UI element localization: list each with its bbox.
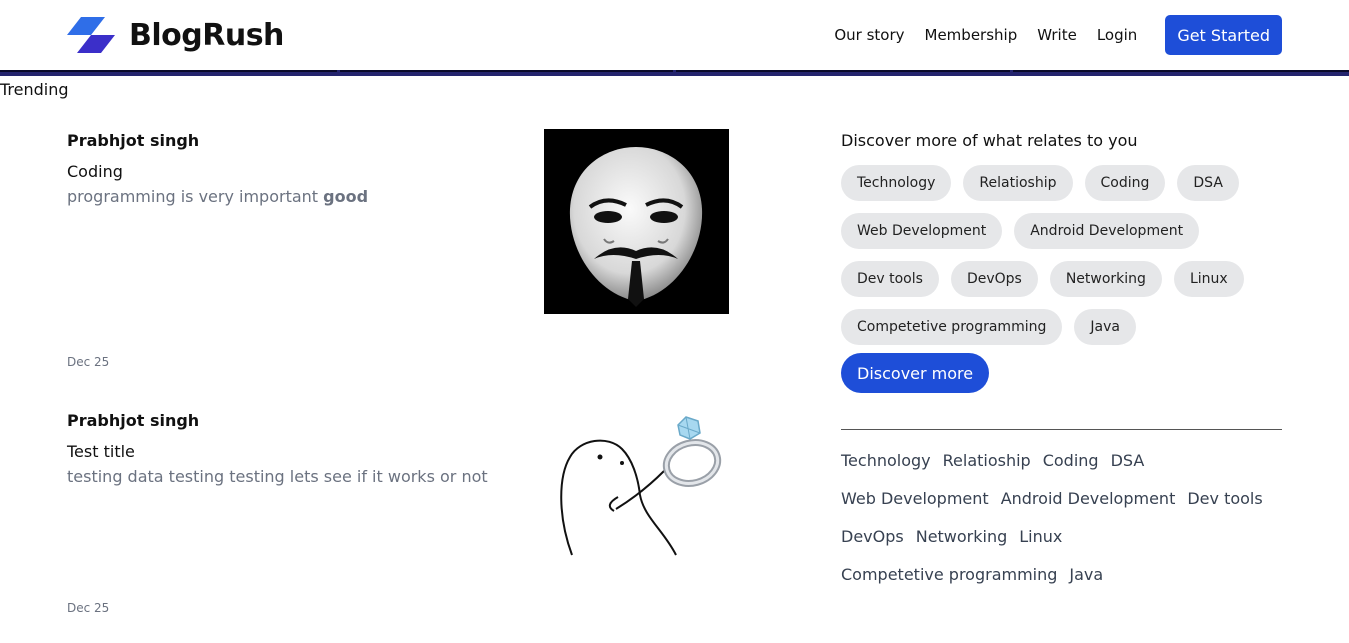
- tag-links: Technology Relatioship Coding DSA Web De…: [841, 450, 1282, 602]
- topic-chip-android-development[interactable]: Android Development: [1014, 213, 1200, 249]
- topic-chip-networking[interactable]: Networking: [1049, 261, 1162, 297]
- post-card[interactable]: Prabhjot singh Coding programming is ver…: [67, 129, 747, 371]
- discover-panel: Discover more of what relates to you Tec…: [841, 131, 1282, 393]
- nav-write[interactable]: Write: [1037, 26, 1077, 44]
- tag-link-coding[interactable]: Coding: [1043, 450, 1099, 472]
- topic-chip-dsa[interactable]: DSA: [1177, 165, 1239, 201]
- tag-link-linux[interactable]: Linux: [1019, 526, 1062, 548]
- post-excerpt-text: testing data testing testing lets see if…: [67, 467, 488, 486]
- topic-chip-technology[interactable]: Technology: [841, 165, 952, 201]
- tag-link-relatioship[interactable]: Relatioship: [943, 450, 1031, 472]
- topic-chip-devops[interactable]: DevOps: [950, 261, 1038, 297]
- tag-link-dev-tools[interactable]: Dev tools: [1187, 488, 1262, 510]
- post-excerpt-bold: good: [323, 187, 369, 206]
- topic-chip-java[interactable]: Java: [1074, 309, 1136, 345]
- topic-chip-linux[interactable]: Linux: [1173, 261, 1244, 297]
- tag-link-competetive-programming[interactable]: Competetive programming: [841, 564, 1057, 586]
- cartoon-ring-proposal-image[interactable]: [544, 407, 729, 559]
- discover-title: Discover more of what relates to you: [841, 131, 1138, 150]
- post-date: Dec 25: [67, 601, 110, 615]
- post-date: Dec 25: [67, 355, 110, 369]
- topic-chip-relatioship[interactable]: Relatioship: [963, 165, 1073, 201]
- get-started-button[interactable]: Get Started: [1165, 15, 1282, 55]
- nav-our-story[interactable]: Our story: [834, 26, 904, 44]
- post-excerpt-text: programming is very important: [67, 187, 319, 206]
- topic-chip-competetive-programming[interactable]: Competetive programming: [841, 309, 1063, 345]
- tag-link-technology[interactable]: Technology: [841, 450, 931, 472]
- tag-link-dsa[interactable]: DSA: [1111, 450, 1145, 472]
- sidebar-divider: [841, 429, 1282, 430]
- tag-link-java[interactable]: Java: [1069, 564, 1103, 586]
- logo-icon: [67, 17, 115, 53]
- brand-name: BlogRush: [129, 17, 284, 53]
- nav-login[interactable]: Login: [1097, 26, 1137, 44]
- header-divider: [0, 70, 1349, 76]
- topic-chip-coding[interactable]: Coding: [1084, 165, 1166, 201]
- topic-chip-web-development[interactable]: Web Development: [841, 213, 1003, 249]
- nav-membership[interactable]: Membership: [925, 26, 1018, 44]
- discover-more-button[interactable]: Discover more: [841, 353, 990, 393]
- brand-logo[interactable]: BlogRush: [67, 16, 284, 54]
- tag-link-devops[interactable]: DevOps: [841, 526, 904, 548]
- site-header: BlogRush Our story Membership Write Logi…: [0, 0, 1349, 70]
- tag-link-web-development[interactable]: Web Development: [841, 488, 989, 510]
- trending-heading: Trending: [0, 80, 69, 99]
- topic-chip-dev-tools[interactable]: Dev tools: [841, 261, 939, 297]
- tag-link-networking[interactable]: Networking: [916, 526, 1008, 548]
- tag-link-android-development[interactable]: Android Development: [1001, 488, 1176, 510]
- guy-fawkes-mask-image[interactable]: [544, 129, 729, 314]
- topic-chips: Technology Relatioship Coding DSA Web De…: [841, 165, 1282, 357]
- post-card[interactable]: Prabhjot singh Test title testing data t…: [67, 407, 747, 621]
- top-nav: Our story Membership Write Login Get Sta…: [834, 15, 1282, 55]
